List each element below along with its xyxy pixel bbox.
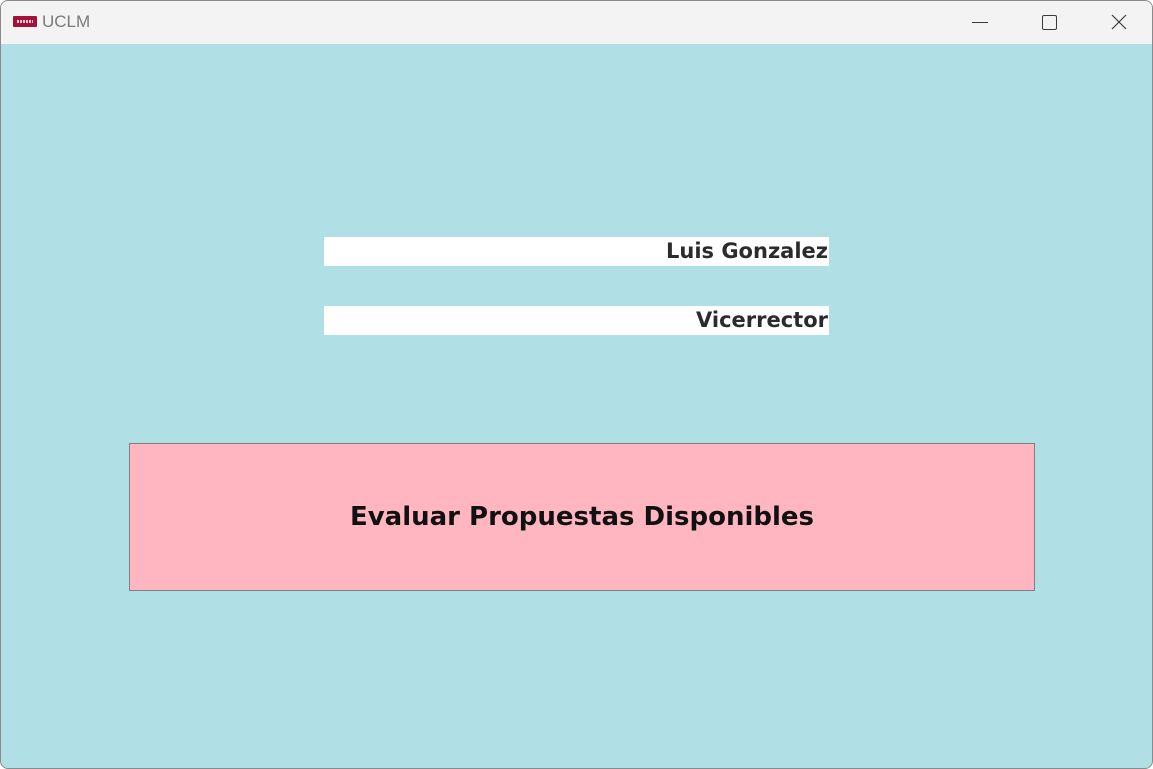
window-title: UCLM <box>42 12 91 31</box>
user-name-field: Luis Gonzalez <box>324 237 829 266</box>
minimize-button[interactable] <box>956 1 1002 44</box>
maximize-button[interactable] <box>1025 1 1071 44</box>
evaluate-proposals-button[interactable]: Evaluar Propuestas Disponibles <box>129 443 1035 591</box>
title-bar[interactable]: UCLM <box>1 1 1152 44</box>
main-panel: Luis Gonzalez Vicerrector Evaluar Propue… <box>1 44 1152 768</box>
close-icon <box>1111 14 1127 30</box>
app-window: UCLM Luis Gonzalez Vicerrector Evaluar P… <box>0 0 1153 769</box>
user-role-field: Vicerrector <box>324 306 829 335</box>
evaluate-proposals-label: Evaluar Propuestas Disponibles <box>349 502 815 532</box>
uclm-logo-icon <box>13 16 37 27</box>
close-button[interactable] <box>1096 1 1142 44</box>
